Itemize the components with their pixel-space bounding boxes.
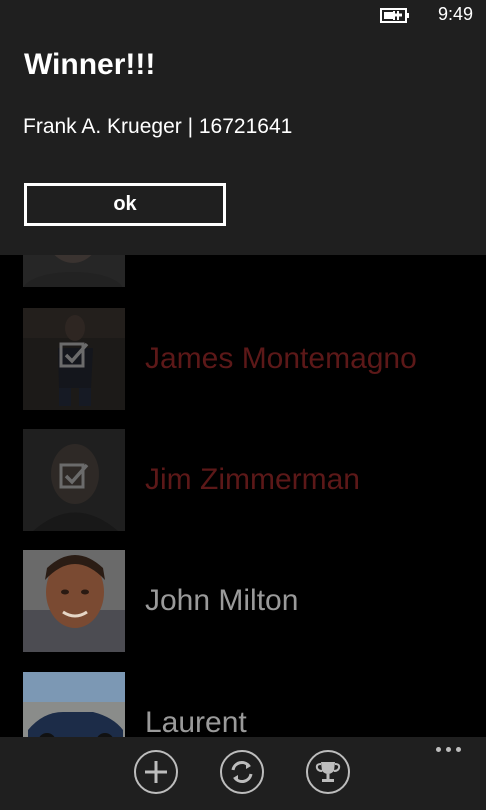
- clock: 9:49: [438, 4, 474, 24]
- list-item[interactable]: Jim Zimmerman: [0, 429, 486, 531]
- battery-charging-icon: [380, 8, 410, 23]
- contact-avatar: [23, 308, 125, 410]
- contact-avatar: [23, 429, 125, 531]
- contact-name: Jim Zimmerman: [145, 463, 360, 496]
- trophy-button[interactable]: [306, 750, 350, 794]
- winner-dialog: Winner!!! Frank A. Krueger | 16721641 ok: [0, 0, 486, 255]
- checkbox-icon: [59, 463, 89, 489]
- status-bar: 9:49: [0, 0, 486, 32]
- contact-name: Laurent: [145, 706, 247, 739]
- checkbox-icon: [59, 342, 89, 368]
- ok-button[interactable]: ok: [24, 183, 226, 226]
- list-item[interactable]: John Milton: [0, 550, 486, 652]
- refresh-button[interactable]: [220, 750, 264, 794]
- contact-name: John Milton: [145, 584, 299, 617]
- refresh-icon: [231, 761, 253, 783]
- trophy-icon: [315, 762, 341, 782]
- dialog-title: Winner!!!: [24, 48, 156, 81]
- ellipsis-icon[interactable]: [434, 743, 464, 757]
- list-item[interactable]: James Montemagno: [0, 308, 486, 410]
- add-button[interactable]: [134, 750, 178, 794]
- add-icon: [145, 761, 167, 783]
- contact-name: James Montemagno: [145, 342, 417, 375]
- dialog-message: Frank A. Krueger | 16721641: [23, 115, 293, 138]
- app-bar: [0, 737, 486, 810]
- contact-avatar: [23, 550, 125, 652]
